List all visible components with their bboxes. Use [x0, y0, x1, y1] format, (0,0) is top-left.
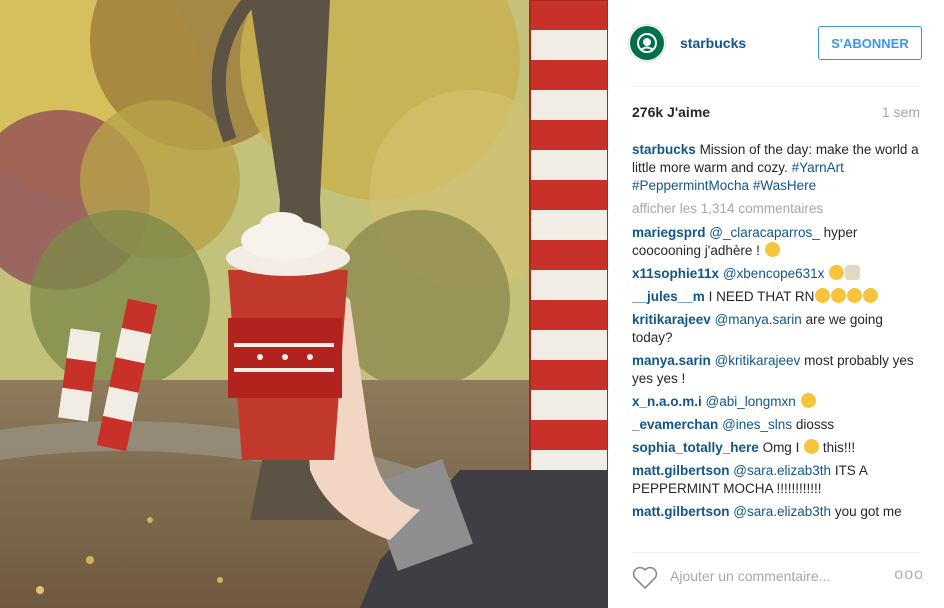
- comment-item: x11sophie11x @xbencope631x: [632, 265, 924, 283]
- comment-username[interactable]: sophia_totally_here: [632, 440, 759, 455]
- heart-eyes-emoji-icon: [815, 288, 831, 303]
- comment-mention[interactable]: @abi_longmxn: [706, 394, 796, 409]
- account-username[interactable]: starbucks: [680, 35, 746, 51]
- comment-mention[interactable]: @xbencope631x: [723, 266, 825, 281]
- comment-text: you got me: [834, 504, 902, 519]
- post-sidebar: starbucks S'ABONNER 276k J'aime 1 sem st…: [608, 0, 944, 608]
- view-all-comments-link[interactable]: afficher les 1,314 commentaires: [632, 200, 924, 218]
- heart-eyes-emoji-icon: [800, 393, 816, 408]
- post-time[interactable]: 1 sem: [882, 104, 920, 120]
- comment-mention[interactable]: @_claracaparros_: [709, 225, 820, 240]
- instagram-post-window: starbucks S'ABONNER 276k J'aime 1 sem st…: [0, 0, 944, 608]
- follow-button[interactable]: S'ABONNER: [818, 26, 922, 60]
- comment-username[interactable]: mariegsprd: [632, 225, 706, 240]
- comment-username[interactable]: _evamerchan: [632, 417, 718, 432]
- comment-text: I NEED THAT RN: [708, 289, 815, 304]
- post-photo[interactable]: [0, 0, 608, 608]
- heart-eyes-emoji-icon: [831, 288, 847, 303]
- comment-mention[interactable]: @kritikarajeev: [715, 353, 801, 368]
- comment-item: kritikarajeev @manya.sarin are we going …: [632, 311, 924, 347]
- comment-item: x_n.a.o.m.i @abi_longmxn: [632, 393, 924, 411]
- hashtag[interactable]: #PeppermintMocha: [632, 178, 749, 193]
- comment-username[interactable]: x11sophie11x: [632, 266, 719, 281]
- comment-mention[interactable]: @sara.elizab3th: [733, 504, 831, 519]
- comment-username[interactable]: matt.gilbertson: [632, 463, 730, 478]
- post-header: starbucks S'ABONNER: [608, 0, 944, 86]
- scream-emoji-icon: [829, 265, 845, 280]
- comment-item: mariegsprd @_claracaparros_ hyper coocoo…: [632, 224, 924, 260]
- photo-illustration: [0, 0, 608, 608]
- comment-mention[interactable]: @sara.elizab3th: [733, 463, 831, 478]
- hashtag[interactable]: #YarnArt: [792, 160, 844, 175]
- heart-icon[interactable]: [632, 566, 658, 595]
- laughing-emoji-icon: [863, 288, 879, 303]
- starbucks-logo-icon: [630, 26, 664, 60]
- comment-text: diosss: [795, 417, 835, 432]
- comment-username[interactable]: kritikarajeev: [632, 312, 711, 327]
- hashtag[interactable]: #WasHere: [753, 178, 816, 193]
- likes-count[interactable]: 276k J'aime: [632, 104, 710, 120]
- avatar[interactable]: [628, 24, 666, 62]
- caption: starbucks Mission of the day: make the w…: [632, 141, 924, 195]
- more-options-icon[interactable]: ooo: [894, 566, 924, 584]
- comment-text: Omg I: [762, 440, 800, 455]
- laughing-emoji-icon: [847, 288, 863, 303]
- comment-text-2: this!!!: [822, 440, 856, 455]
- add-comment-input[interactable]: Ajouter un commentaire...: [670, 568, 830, 584]
- comment-item: sophia_totally_here Omg I this!!!: [632, 439, 924, 457]
- caption-username[interactable]: starbucks: [632, 142, 696, 157]
- smile-emoji-icon: [764, 242, 780, 257]
- comment-item: __jules__m I NEED THAT RN: [632, 288, 924, 306]
- comment-item: matt.gilbertson @sara.elizab3th ITS A PE…: [632, 462, 924, 498]
- comment-username[interactable]: matt.gilbertson: [632, 504, 730, 519]
- comment-username[interactable]: __jules__m: [632, 289, 705, 304]
- post-footer: Ajouter un commentaire... ooo: [608, 546, 944, 608]
- comment-username[interactable]: manya.sarin: [632, 353, 711, 368]
- heart-eyes-emoji-icon: [804, 439, 820, 454]
- comment-item: manya.sarin @kritikarajeev most probably…: [632, 352, 924, 388]
- comment-mention[interactable]: @manya.sarin: [715, 312, 802, 327]
- comment-item: _evamerchan @ines_slns diosss: [632, 416, 924, 434]
- comments-list: starbucks Mission of the day: make the w…: [632, 141, 924, 526]
- coffee-emoji-icon: [845, 265, 861, 280]
- comment-username[interactable]: x_n.a.o.m.i: [632, 394, 702, 409]
- comment-item: matt.gilbertson @sara.elizab3th you got …: [632, 503, 924, 521]
- comment-mention[interactable]: @ines_slns: [722, 417, 792, 432]
- header-divider: [632, 86, 920, 87]
